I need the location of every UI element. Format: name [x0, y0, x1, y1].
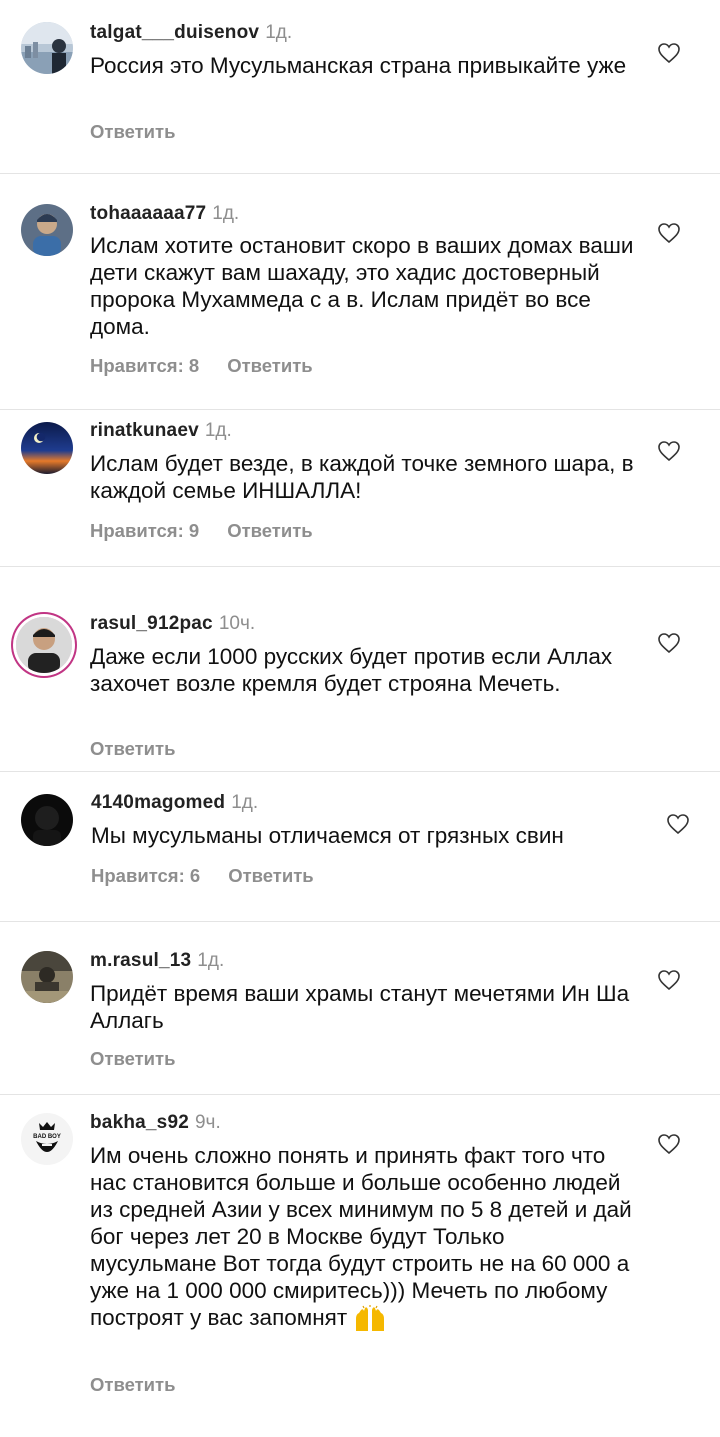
comment-time: 1д. [265, 22, 293, 43]
comment-text: Ислам хотите остановит скоро в ваших дом… [90, 233, 634, 339]
reply-button[interactable]: Ответить [227, 355, 313, 376]
avatar[interactable] [21, 22, 73, 74]
like-count[interactable]: Нравится: 6 [91, 865, 200, 886]
raising-hands-emoji [356, 1305, 385, 1332]
divider [0, 771, 720, 772]
reply-button[interactable]: Ответить [90, 1048, 176, 1069]
heart-outline-icon[interactable] [666, 813, 690, 835]
divider [0, 921, 720, 922]
reply-button[interactable]: Ответить [90, 121, 176, 142]
divider [0, 1094, 720, 1095]
comment-username[interactable]: rasul_912pac [90, 613, 213, 634]
like-count[interactable]: Нравится: 8 [90, 355, 199, 376]
like-count[interactable]: Нравится: 9 [90, 520, 199, 541]
comment-username[interactable]: 4140magomed [91, 792, 225, 813]
comment-username[interactable]: m.rasul_13 [90, 950, 191, 971]
comment-username[interactable]: rinatkunaev [90, 420, 199, 441]
reply-button[interactable]: Ответить [227, 520, 313, 541]
divider [0, 409, 720, 410]
comment-text: Даже если 1000 русских будет против если… [90, 644, 613, 696]
comment-text: Им очень сложно понять и принять факт то… [90, 1143, 632, 1330]
comment-time: 1д. [231, 792, 259, 813]
reply-button[interactable]: Ответить [228, 865, 314, 886]
comment-text: Россия это Мусульманская страна привыкай… [90, 53, 627, 78]
comment-time: 1д. [197, 950, 225, 971]
comment-text: Придёт время ваши храмы станут мечетями … [90, 981, 630, 1033]
comment-text: Ислам будет везде, в каждой точке земног… [90, 451, 634, 503]
heart-outline-icon[interactable] [657, 969, 681, 991]
comment-time: 10ч. [218, 613, 256, 634]
divider [0, 173, 720, 174]
avatar[interactable] [21, 951, 73, 1003]
avatar[interactable]: BAD BOY [21, 1113, 73, 1165]
divider [0, 566, 720, 567]
comment-username[interactable]: talgat___duisenov [90, 22, 259, 43]
comment-time: 1д. [212, 203, 240, 224]
heart-outline-icon[interactable] [657, 440, 681, 462]
comment-time: 1д. [204, 420, 232, 441]
heart-outline-icon[interactable] [657, 42, 681, 64]
avatar-logo-text: BAD BOY [33, 1134, 61, 1140]
avatar[interactable] [16, 617, 72, 673]
reply-button[interactable]: Ответить [90, 1374, 176, 1395]
avatar[interactable] [21, 204, 73, 256]
heart-outline-icon[interactable] [657, 632, 681, 654]
comment-username[interactable]: bakha_s92 [90, 1112, 189, 1133]
avatar[interactable] [21, 794, 73, 846]
heart-outline-icon[interactable] [657, 222, 681, 244]
comment-text: Мы мусульманы отличаемся от грязных свин [91, 823, 564, 848]
avatar[interactable] [21, 422, 73, 474]
heart-outline-icon[interactable] [657, 1133, 681, 1155]
comment-time: 9ч. [194, 1112, 221, 1133]
reply-button[interactable]: Ответить [90, 738, 176, 759]
comment-username[interactable]: tohaaaaaa77 [90, 203, 206, 224]
